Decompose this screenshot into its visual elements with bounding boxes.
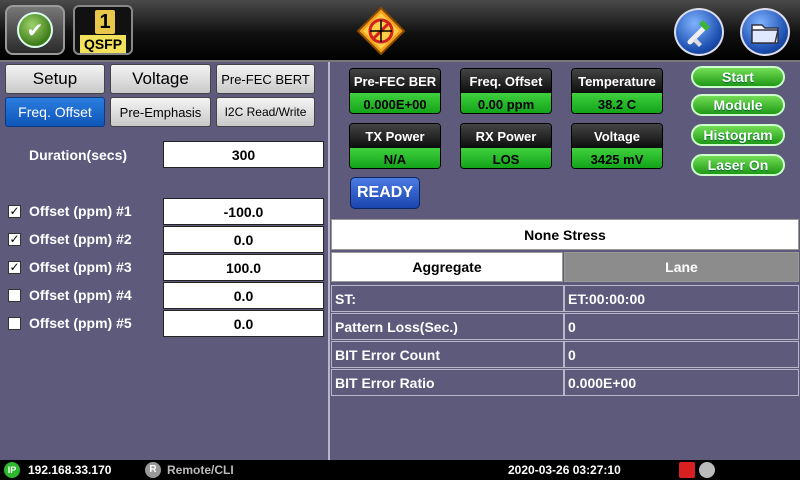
tab-pre-fec-bert[interactable]: Pre-FEC BERT <box>216 64 315 94</box>
tile-temperature: Temperature 38.2 C <box>571 68 663 114</box>
date-time: 2020-03-26 03:27:10 <box>508 463 621 477</box>
result-row-label: Pattern Loss(Sec.) <box>331 313 564 340</box>
folder-icon <box>751 24 779 44</box>
offset-5-label: Offset (ppm) #5 <box>29 315 132 331</box>
wrench-icon <box>687 20 710 47</box>
offset-2-checkbox[interactable]: ✓ <box>8 233 21 246</box>
offset-1-checkbox[interactable]: ✓ <box>8 205 21 218</box>
tile-title: Voltage <box>572 124 662 148</box>
laser-warning-icon <box>679 462 695 478</box>
offset-4-checkbox[interactable] <box>8 289 21 302</box>
result-row-label: ST: <box>331 285 564 312</box>
file-manager-button[interactable] <box>740 8 790 56</box>
tile-title: Freq. Offset <box>461 69 551 93</box>
offset-1-input[interactable]: -100.0 <box>163 198 324 225</box>
module-number: 1 <box>95 10 115 34</box>
battery-icon <box>699 462 715 478</box>
result-row-value: 0 <box>564 341 799 368</box>
tile-rx-power: RX Power LOS <box>460 123 552 169</box>
laser-on-button[interactable]: Laser On <box>691 154 785 176</box>
histogram-button[interactable]: Histogram <box>691 124 785 146</box>
result-row-label: BIT Error Count <box>331 341 564 368</box>
home-button[interactable]: ✔ <box>5 5 65 55</box>
tile-title: RX Power <box>461 124 551 148</box>
tile-title: Temperature <box>572 69 662 93</box>
ready-status-badge: READY <box>350 177 420 209</box>
tile-value: 3425 mV <box>572 148 662 168</box>
duration-label: Duration(secs) <box>29 147 128 163</box>
tile-voltage: Voltage 3425 mV <box>571 123 663 169</box>
module-button[interactable]: Module <box>691 94 785 116</box>
offset-3-label: Offset (ppm) #3 <box>29 259 132 275</box>
result-row-value: 0 <box>564 313 799 340</box>
offset-4-label: Offset (ppm) #4 <box>29 287 132 303</box>
tile-freq-offset: Freq. Offset 0.00 ppm <box>460 68 552 114</box>
tile-title: Pre-FEC BER <box>350 69 440 93</box>
start-button[interactable]: Start <box>691 66 785 88</box>
tile-value: 0.000E+00 <box>350 93 440 113</box>
veex-logo-icon: ✔ <box>17 12 53 48</box>
tab-pre-emphasis[interactable]: Pre-Emphasis <box>110 97 211 127</box>
tab-aggregate[interactable]: Aggregate <box>331 252 563 282</box>
duration-input[interactable]: 300 <box>163 141 324 168</box>
no-laser-warning-icon[interactable] <box>356 6 406 56</box>
tile-value: N/A <box>350 148 440 168</box>
offset-3-checkbox[interactable]: ✓ <box>8 261 21 274</box>
tile-title: TX Power <box>350 124 440 148</box>
stress-title: None Stress <box>331 219 799 250</box>
tile-pre-fec-ber: Pre-FEC BER 0.000E+00 <box>349 68 441 114</box>
tools-button[interactable] <box>674 8 724 56</box>
result-row-value: ET:00:00:00 <box>564 285 799 312</box>
tile-value: 38.2 C <box>572 93 662 113</box>
offset-2-input[interactable]: 0.0 <box>163 226 324 253</box>
module-label: QSFP <box>80 35 126 53</box>
remote-icon: R <box>145 462 161 478</box>
tile-value: LOS <box>461 148 551 168</box>
offset-3-input[interactable]: 100.0 <box>163 254 324 281</box>
tile-value: 0.00 ppm <box>461 93 551 113</box>
tab-lane[interactable]: Lane <box>564 252 799 282</box>
ip-address: 192.168.33.170 <box>28 463 112 477</box>
tab-setup[interactable]: Setup <box>5 64 105 94</box>
offset-4-input[interactable]: 0.0 <box>163 282 324 309</box>
ip-icon: IP <box>4 462 20 478</box>
top-bar: ✔ 1 QSFP <box>0 0 800 62</box>
offset-1-label: Offset (ppm) #1 <box>29 203 132 219</box>
tile-tx-power: TX Power N/A <box>349 123 441 169</box>
status-bar: IP 192.168.33.170 R Remote/CLI 2020-03-2… <box>0 460 800 480</box>
result-row-label: BIT Error Ratio <box>331 369 564 396</box>
offset-2-label: Offset (ppm) #2 <box>29 231 132 247</box>
offset-5-input[interactable]: 0.0 <box>163 310 324 337</box>
tab-i2c-read-write[interactable]: I2C Read/Write <box>216 97 315 127</box>
module-badge[interactable]: 1 QSFP <box>73 5 133 55</box>
panel-divider <box>328 62 330 460</box>
tab-freq-offset[interactable]: Freq. Offset <box>5 97 105 127</box>
offset-5-checkbox[interactable] <box>8 317 21 330</box>
tab-voltage[interactable]: Voltage <box>110 64 211 94</box>
result-row-value: 0.000E+00 <box>564 369 799 396</box>
remote-cli-status[interactable]: Remote/CLI <box>167 463 234 477</box>
